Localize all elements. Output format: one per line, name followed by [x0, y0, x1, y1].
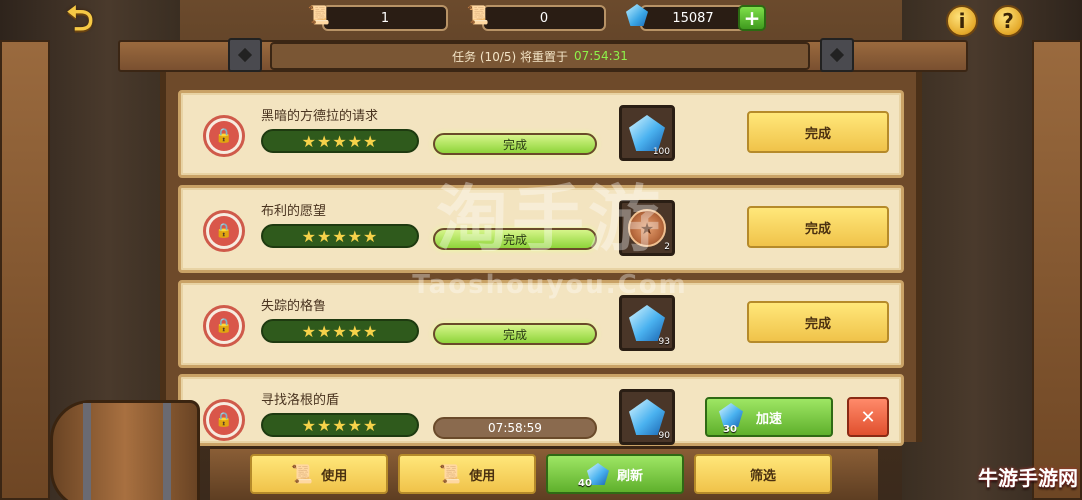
use-purple-label: 使用	[469, 468, 496, 484]
gem-counter: 15087	[640, 5, 746, 31]
lock-icon: 🔒	[203, 305, 245, 347]
reward-slot[interactable]: 100	[619, 105, 675, 161]
reward-slot[interactable]: 93	[619, 295, 675, 351]
blue-scroll-icon: 📜	[307, 4, 331, 26]
reward-count: 90	[658, 431, 670, 441]
blue-scroll-counter: 1	[322, 5, 448, 31]
complete-button[interactable]: 完成	[747, 111, 889, 153]
quest-title: 布利的愿望	[261, 204, 327, 219]
speed-label: 加速	[755, 411, 782, 427]
reward-slot[interactable]: 90	[619, 389, 675, 445]
reward-count: 93	[658, 337, 670, 347]
speed-cost: 30	[723, 424, 737, 435]
reward-slot[interactable]: ★ 2	[619, 200, 675, 256]
reset-time: 07:54:31	[574, 49, 628, 63]
quest-progress: 完成	[433, 133, 597, 155]
filter-label: 筛选	[749, 468, 776, 484]
right-beam	[1032, 40, 1082, 500]
corner-logo: 牛游手游网	[978, 465, 1078, 490]
blue-scroll-count: 1	[380, 10, 390, 26]
quest-timer: 07:58:59	[433, 417, 597, 439]
quest-title: 失踪的格鲁	[261, 299, 327, 314]
barrel-decoration	[50, 400, 200, 500]
purple-scroll-icon: 📜	[438, 463, 462, 485]
lock-icon: 🔒	[203, 210, 245, 252]
gem-icon	[629, 115, 665, 151]
speed-up-button[interactable]: 30 加速	[705, 397, 833, 437]
left-beam	[0, 40, 50, 500]
refresh-button[interactable]: 40 刷新	[546, 454, 684, 494]
watermark-url: Taoshouyou.Com	[412, 270, 688, 300]
blue-scroll-icon: 📜	[290, 463, 314, 485]
purple-scroll-icon: 📜	[466, 4, 490, 26]
purple-scroll-counter: 0	[482, 5, 606, 31]
gem-icon	[629, 399, 665, 435]
quest-card: 🔒 寻找洛根的盾 ★★★★★ 07:58:59 90 30 加速 ✕	[178, 374, 904, 446]
use-blue-scroll-button[interactable]: 📜 使用	[250, 454, 388, 494]
use-blue-label: 使用	[321, 468, 348, 484]
bolt-right-icon	[820, 38, 854, 72]
reset-label: 任务 (10/5) 将重置于	[452, 49, 569, 64]
quest-card: 🔒 黑暗的方德拉的请求 ★★★★★ 完成 100 完成	[178, 90, 904, 178]
help-button[interactable]: ?	[992, 5, 1024, 37]
purple-scroll-count: 0	[539, 10, 549, 26]
top-bar: ⮌ 1 📜 0 📜 15087 + i ?	[0, 0, 1082, 40]
refresh-cost: 40	[578, 478, 592, 489]
quest-progress: 完成	[433, 228, 597, 250]
star-rating: ★★★★★	[261, 413, 419, 437]
quest-title: 黑暗的方德拉的请求	[261, 109, 379, 124]
quest-progress: 完成	[433, 323, 597, 345]
filter-button[interactable]: 筛选	[694, 454, 832, 494]
lock-icon: 🔒	[203, 399, 245, 441]
reset-banner: 任务 (10/5) 将重置于 07:54:31	[270, 42, 810, 70]
refresh-label: 刷新	[616, 468, 643, 484]
gem-icon	[624, 2, 650, 28]
reward-count: 2	[664, 242, 670, 252]
gem-count: 15087	[672, 10, 714, 26]
info-button[interactable]: i	[946, 5, 978, 37]
lock-icon: 🔒	[203, 115, 245, 157]
medal-icon: ★	[628, 209, 666, 247]
bolt-left-icon	[228, 38, 262, 72]
quest-title: 寻找洛根的盾	[261, 393, 340, 408]
star-rating: ★★★★★	[261, 129, 419, 153]
complete-button[interactable]: 完成	[747, 206, 889, 248]
quest-card: 🔒 布利的愿望 ★★★★★ 完成 ★ 2 完成	[178, 185, 904, 273]
add-gems-button[interactable]: +	[738, 5, 766, 31]
gem-icon	[629, 305, 665, 341]
reward-count: 100	[652, 147, 670, 157]
use-purple-scroll-button[interactable]: 📜 使用	[398, 454, 536, 494]
star-rating: ★★★★★	[261, 224, 419, 248]
cancel-button[interactable]: ✕	[847, 397, 889, 437]
complete-button[interactable]: 完成	[747, 301, 889, 343]
back-arrow-icon[interactable]: ⮌	[58, 0, 102, 40]
star-rating: ★★★★★	[261, 319, 419, 343]
